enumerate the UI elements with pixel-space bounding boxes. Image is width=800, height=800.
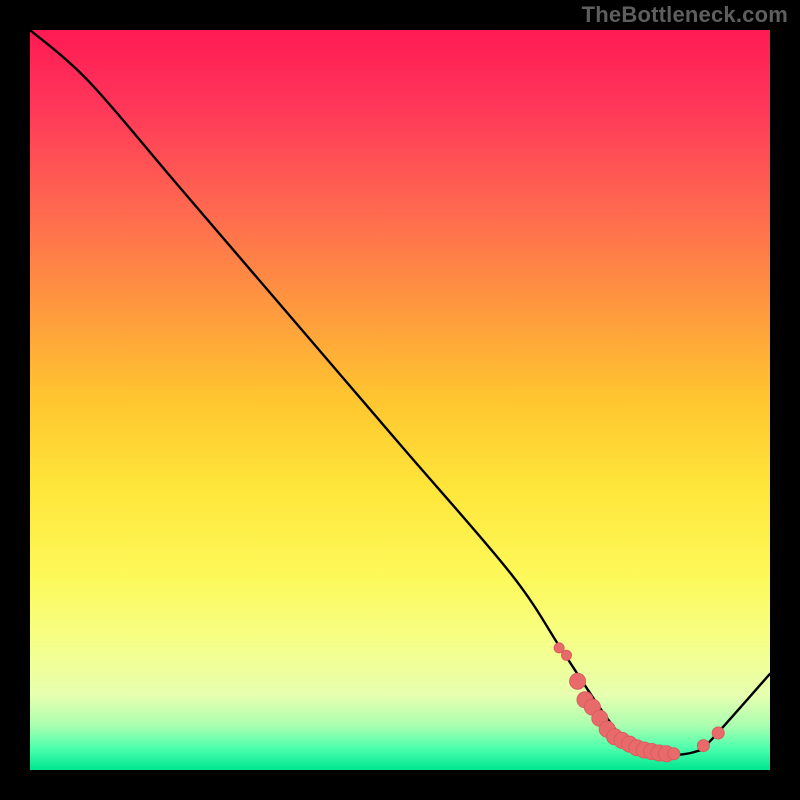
watermark-text: TheBottleneck.com: [582, 2, 788, 28]
marker-point: [570, 673, 586, 689]
marker-point: [712, 727, 724, 739]
marker-point: [554, 643, 564, 653]
marker-point: [697, 740, 709, 752]
marker-point: [562, 650, 572, 660]
chart-frame: TheBottleneck.com: [0, 0, 800, 800]
marker-point: [668, 748, 680, 760]
plot-area: [30, 30, 770, 770]
bottleneck-curve: [30, 30, 770, 756]
highlight-markers: [554, 643, 724, 762]
curve-layer: [30, 30, 770, 770]
